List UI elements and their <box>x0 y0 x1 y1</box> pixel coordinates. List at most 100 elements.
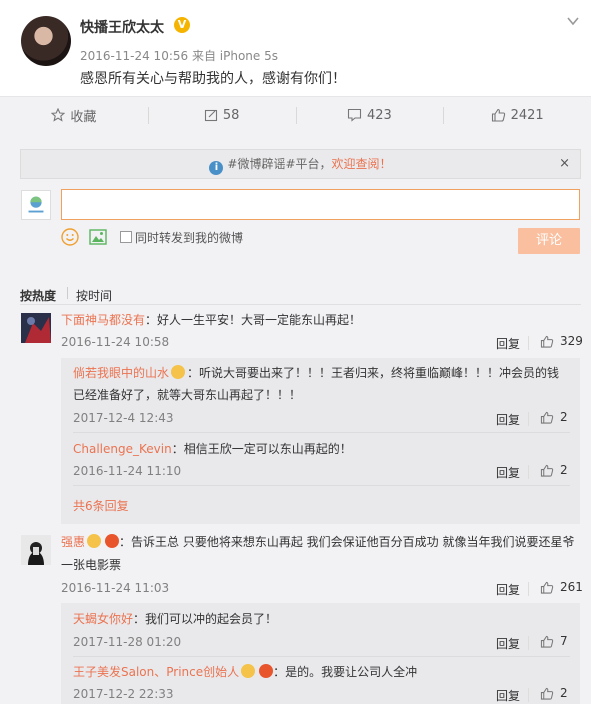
reply-button[interactable]: 回复 <box>496 635 520 652</box>
reply-button[interactable]: 回复 <box>496 581 520 598</box>
divider <box>73 485 570 486</box>
sort-by-hot[interactable]: 按热度 <box>20 287 56 304</box>
repost-button[interactable]: 58 <box>147 97 296 133</box>
reply-like-count: 2 <box>560 686 568 700</box>
reply-body: ：是的。我要让公司人全冲 <box>273 665 418 679</box>
reply-text: 倘若我眼中的山水 ：听说大哥要出来了！！！王者归来，终将重临巅峰！！！冲会员的钱 <box>73 364 559 382</box>
reply-like-count: 7 <box>560 634 568 648</box>
submit-comment-button[interactable]: 评论 <box>518 228 580 254</box>
comment-section: i #微博辟谣#平台，欢迎查阅！ × 同时转发到我的微博 评论 按热度 按时间 下… <box>0 133 591 704</box>
author-name[interactable]: 快播王欣太太 <box>80 17 164 37</box>
divider <box>528 688 529 702</box>
commenter-avatar[interactable] <box>21 313 51 343</box>
image-icon[interactable] <box>89 229 107 245</box>
reply-like-button[interactable]: 2 <box>540 463 568 477</box>
like-count: 2421 <box>510 107 544 123</box>
badge-icon <box>105 534 120 548</box>
comment-like-count: 329 <box>560 334 583 348</box>
action-bar: 收藏 58 423 2421 <box>0 96 591 133</box>
reply-text-cont: 已经准备好了，就等大哥东山再起了！！！ <box>73 388 302 402</box>
reply-button[interactable]: 回复 <box>496 335 520 352</box>
my-avatar[interactable] <box>21 190 51 220</box>
emoji-icon <box>171 365 186 379</box>
reply-body: ：相信王欣一定可以东山再起的！ <box>171 442 352 456</box>
repost-checkbox[interactable] <box>120 231 132 243</box>
reply-username[interactable]: 王子美发Salon、Prince创始人 <box>73 665 239 679</box>
reply-time: 2017-12-2 22:33 <box>73 687 174 701</box>
comment-input[interactable] <box>61 189 580 220</box>
reply-button[interactable]: 回复 <box>496 464 520 481</box>
favorite-button[interactable]: 收藏 <box>0 97 148 133</box>
badge-icon <box>259 664 274 678</box>
repost-icon <box>204 109 217 122</box>
sort-divider <box>67 287 68 299</box>
reply-like-count: 2 <box>560 410 568 424</box>
comment-body: ：好人一生平安！大哥一定能东山再起！ <box>145 313 362 327</box>
emoji-icon <box>241 664 256 678</box>
chevron-down-icon[interactable] <box>566 14 580 28</box>
thumbs-up-icon <box>540 581 554 594</box>
verified-icon: V <box>174 17 190 33</box>
close-icon[interactable]: × <box>559 150 570 178</box>
emoji-icon[interactable] <box>61 228 79 246</box>
reply-time: 2017-12-4 12:43 <box>73 411 174 425</box>
comment-body: ：告诉王总 只要他将来想东山再起 我们会保证他百分百成功 就像当年我们说要还星爷 <box>119 535 575 549</box>
rumor-notice: i #微博辟谣#平台，欢迎查阅！ × <box>20 149 581 179</box>
divider <box>73 432 570 433</box>
comment-text-cont: 一张电影票 <box>61 558 122 572</box>
reply-username[interactable]: 倘若我眼中的山水 <box>73 366 169 380</box>
comment-username[interactable]: 强惠 <box>61 535 85 549</box>
post-meta: 2016-11-24 10:56 来自 iPhone 5s <box>80 49 278 63</box>
thumbs-up-icon <box>540 635 554 648</box>
star-icon <box>51 108 66 122</box>
weibo-post: 快播王欣太太 V 2016-11-24 10:56 来自 iPhone 5s 感… <box>0 0 591 96</box>
reply-like-button[interactable]: 7 <box>540 634 568 648</box>
divider <box>73 656 570 657</box>
emoji-icon <box>87 534 102 548</box>
thumbs-up-icon <box>540 335 554 348</box>
reply-body: ：听说大哥要出来了！！！王者归来，终将重临巅峰！！！冲会员的钱 <box>187 366 560 380</box>
author-avatar[interactable] <box>21 16 71 66</box>
reply-username[interactable]: Challenge_Kevin <box>73 442 172 456</box>
comment-like-button[interactable]: 329 <box>540 334 583 348</box>
sort-by-time[interactable]: 按时间 <box>76 287 112 304</box>
thumbs-up-icon <box>491 108 505 122</box>
comment-button[interactable]: 423 <box>295 97 444 133</box>
comment-text: 强惠 ：告诉王总 只要他将来想东山再起 我们会保证他百分百成功 就像当年我们说要还… <box>61 533 574 551</box>
reply-text: 王子美发Salon、Prince创始人 ：是的。我要让公司人全冲 <box>73 663 417 681</box>
reply-username[interactable]: 天蝎女你好 <box>73 612 133 626</box>
divider <box>528 412 529 426</box>
thumbs-up-icon <box>540 687 554 700</box>
reply-text: 天蝎女你好：我们可以冲的起会员了！ <box>73 610 277 628</box>
commenter-avatar[interactable] <box>21 535 51 565</box>
reply-like-button[interactable]: 2 <box>540 410 568 424</box>
repost-count: 58 <box>222 107 240 123</box>
comment-username[interactable]: 下面神马都没有 <box>61 313 145 327</box>
reply-like-button[interactable]: 2 <box>540 686 568 700</box>
thumbs-up-icon <box>540 464 554 477</box>
favorite-label: 收藏 <box>70 109 97 125</box>
info-icon: i <box>209 161 224 175</box>
reply-text: Challenge_Kevin：相信王欣一定可以东山再起的！ <box>73 440 352 458</box>
divider <box>528 582 529 596</box>
sort-bar: 按热度 按时间 <box>20 283 581 305</box>
more-replies-link[interactable]: 共6条回复 <box>73 497 129 514</box>
post-text: 感恩所有关心与帮助我的人，感谢有你们！ <box>80 71 346 87</box>
thumbs-up-icon <box>540 411 554 424</box>
reply-time: 2017-11-28 01:20 <box>73 635 182 649</box>
reply-button[interactable]: 回复 <box>496 411 520 428</box>
comment-like-button[interactable]: 261 <box>540 580 583 594</box>
comment-time: 2016-11-24 10:58 <box>61 335 170 349</box>
repost-checkbox-label[interactable]: 同时转发到我的微博 <box>135 229 243 246</box>
notice-link[interactable]: 欢迎查阅！ <box>332 157 392 171</box>
divider <box>528 336 529 350</box>
reply-like-count: 2 <box>560 463 568 477</box>
comment-time: 2016-11-24 11:03 <box>61 581 170 595</box>
comment-text: 下面神马都没有：好人一生平安！大哥一定能东山再起！ <box>61 311 361 329</box>
comment-like-count: 261 <box>560 580 583 594</box>
reply-time: 2016-11-24 11:10 <box>73 464 182 478</box>
comment-count: 423 <box>366 107 392 123</box>
like-button[interactable]: 2421 <box>443 97 591 133</box>
reply-button[interactable]: 回复 <box>496 687 520 704</box>
reply-body: ：我们可以冲的起会员了！ <box>133 612 278 626</box>
